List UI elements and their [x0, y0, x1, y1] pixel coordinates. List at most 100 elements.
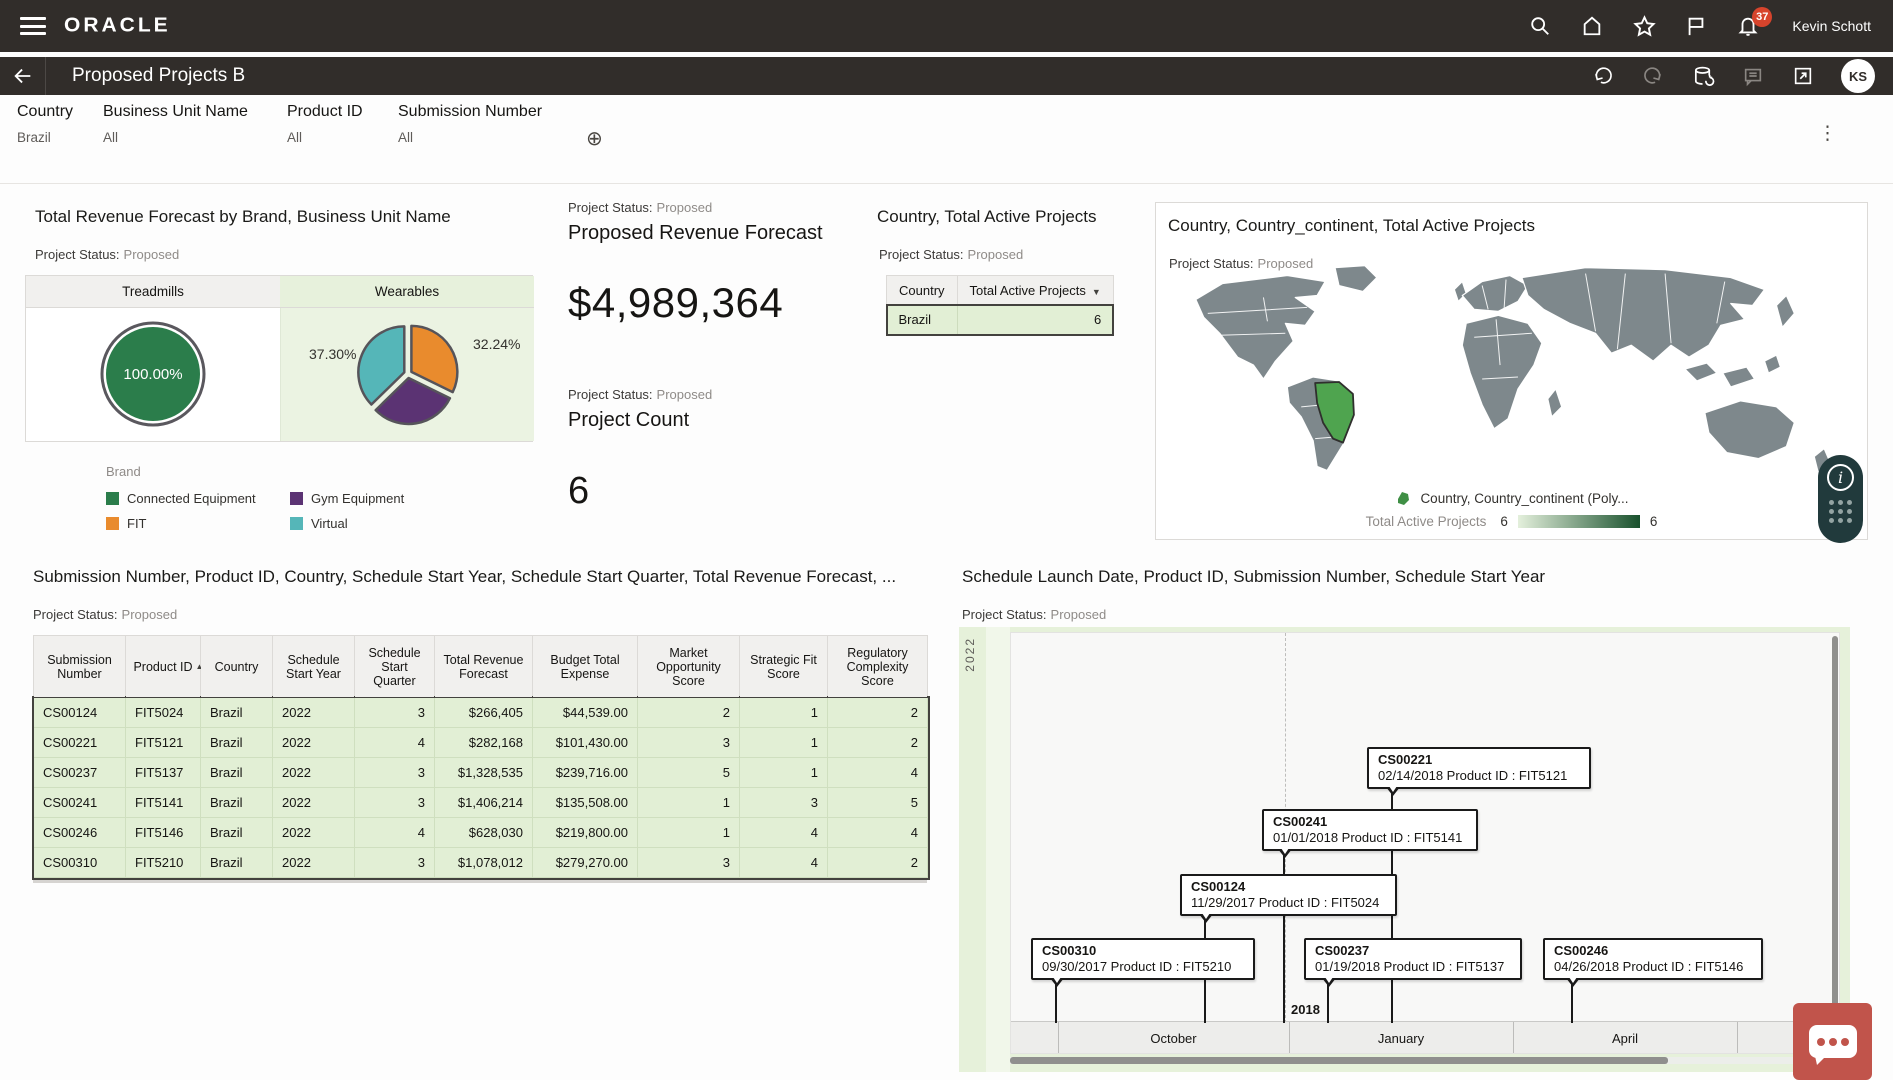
filter-country[interactable]: Country Brazil [17, 103, 73, 145]
back-button[interactable] [0, 57, 46, 95]
column-header-country[interactable]: Country [887, 276, 958, 305]
table-row[interactable]: CS00237FIT5137Brazil20223$1,328,535$239,… [34, 758, 928, 788]
oracle-logo: ORACLE [64, 15, 171, 38]
event-callout[interactable]: CS00237 01/19/2018 Product ID : FIT5137 [1304, 938, 1522, 980]
menu-icon[interactable] [20, 17, 46, 35]
timeline-plot[interactable]: CS00221 02/14/2018 Product ID : FIT5121 … [1010, 632, 1840, 1054]
table-cell: CS00124 [34, 698, 126, 728]
filter-submission-number[interactable]: Submission Number All [398, 103, 542, 145]
filter-business-unit[interactable]: Business Unit Name All [103, 103, 248, 145]
timeline-year-band: 2022 [963, 637, 977, 672]
legend-swatch [290, 492, 303, 505]
table-cell: CS00246 [34, 818, 126, 848]
undo-icon[interactable] [1591, 64, 1615, 88]
table-cell: 4 [740, 848, 828, 878]
pie-chart-treadmills[interactable]: 100.00% [26, 308, 280, 441]
pie-chart-wearables[interactable] [281, 308, 535, 441]
table-cell: Brazil [201, 788, 273, 818]
column-header-total-active-projects[interactable]: Total Active Projects▼ [957, 276, 1113, 305]
column-header[interactable]: Strategic Fit Score [740, 636, 828, 698]
event-callout[interactable]: CS00124 11/29/2017 Product ID : FIT5024 [1180, 874, 1397, 916]
table-row[interactable]: CS00221FIT5121Brazil20224$282,168$101,43… [34, 728, 928, 758]
detail-table-header-row: Submission Number Product ID▲ Country Sc… [34, 636, 928, 698]
viz-kpi-tiles: Project Status:Proposed Proposed Revenue… [568, 200, 868, 513]
viz-title: Country, Total Active Projects [877, 207, 1137, 227]
table-row[interactable]: CS00246FIT5146Brazil20224$628,030$219,80… [34, 818, 928, 848]
home-icon[interactable] [1580, 14, 1604, 38]
legend-item-fit[interactable]: FIT [106, 516, 290, 531]
column-header[interactable]: Regulatory Complexity Score [828, 636, 928, 698]
axis-month-label: October [1058, 1022, 1289, 1054]
present-export-icon[interactable] [1791, 64, 1815, 88]
column-header[interactable]: Submission Number [34, 636, 126, 698]
table-cell: $1,328,535 [435, 758, 533, 788]
table-cell: Brazil [201, 818, 273, 848]
info-icon[interactable]: i [1827, 464, 1854, 491]
column-header[interactable]: Schedule Start Year [273, 636, 355, 698]
kpi-revenue-forecast[interactable]: Project Status:Proposed Proposed Revenue… [568, 200, 868, 327]
panel-treadmills[interactable]: Treadmills 100.00% [26, 276, 280, 441]
event-callout[interactable]: CS00246 04/26/2018 Product ID : FIT5146 [1543, 938, 1763, 980]
refresh-data-icon[interactable] [1691, 64, 1715, 88]
table-row[interactable]: CS00241FIT5141Brazil20223$1,406,214$135,… [34, 788, 928, 818]
project-status: Project Status:Proposed [568, 200, 868, 215]
table-cell: 2022 [273, 818, 355, 848]
table-cell: 1 [740, 728, 828, 758]
table-cell: 3 [355, 758, 435, 788]
viz-title: Submission Number, Product ID, Country, … [33, 567, 933, 587]
viz-map: Country, Country_continent, Total Active… [1155, 202, 1868, 540]
table-cell: 3 [355, 788, 435, 818]
table-horizontal-scrollbar[interactable] [33, 879, 927, 883]
table-cell: Brazil [201, 758, 273, 788]
table-row[interactable]: CS00124FIT5024Brazil20223$266,405$44,539… [34, 698, 928, 728]
app-bar: ORACLE 37 Kevin Schott [0, 0, 1893, 52]
event-callout[interactable]: CS00221 02/14/2018 Product ID : FIT5121 [1367, 747, 1591, 789]
column-header[interactable]: Country [201, 636, 273, 698]
legend-item-connected-equipment[interactable]: Connected Equipment [106, 491, 290, 506]
table-cell: Brazil [887, 305, 958, 335]
map-layer-label[interactable]: Country, Country_continent (Poly... [1420, 491, 1628, 506]
search-icon[interactable] [1528, 14, 1552, 38]
timeline-vertical-scrollbar[interactable] [1832, 636, 1838, 1018]
brand-legend: Brand Connected Equipment Gym Equipment … [106, 464, 537, 531]
notifications-bell-icon[interactable]: 37 [1736, 14, 1760, 38]
favorites-star-icon[interactable] [1632, 14, 1656, 38]
user-name[interactable]: Kevin Schott [1792, 18, 1871, 34]
flag-icon[interactable] [1684, 14, 1708, 38]
legend-item-virtual[interactable]: Virtual [290, 516, 474, 531]
legend-item-gym-equipment[interactable]: Gym Equipment [290, 491, 474, 506]
panel-wearables[interactable]: Wearables 37.30% 32.24% [280, 276, 534, 441]
chat-assistant-button[interactable] [1793, 1003, 1872, 1080]
table-cell: 4 [355, 818, 435, 848]
column-header[interactable]: Market Opportunity Score [638, 636, 740, 698]
table-row[interactable]: Brazil 6 [887, 305, 1114, 335]
column-header[interactable]: Budget Total Expense [533, 636, 638, 698]
timeline-scrollbar-track [1010, 1057, 1840, 1064]
column-header-sorted[interactable]: Product ID▲ [126, 636, 201, 698]
table-cell: 1 [740, 758, 828, 788]
table-cell: 4 [740, 818, 828, 848]
table-cell: $239,716.00 [533, 758, 638, 788]
polygon-layer-icon [1394, 490, 1411, 507]
table-row[interactable]: CS00310FIT5210Brazil20223$1,078,012$279,… [34, 848, 928, 878]
sort-descending-icon: ▼ [1092, 287, 1101, 297]
timeline-horizontal-scrollbar[interactable] [1010, 1057, 1668, 1064]
table-cell: $266,405 [435, 698, 533, 728]
event-callout[interactable]: CS00310 09/30/2017 Product ID : FIT5210 [1031, 938, 1255, 980]
table-cell: 3 [355, 698, 435, 728]
grid-dots-icon[interactable] [1829, 500, 1852, 523]
map-measure-label: Total Active Projects [1366, 514, 1487, 529]
add-filter-icon[interactable]: ⊕ [586, 129, 606, 149]
user-avatar[interactable]: KS [1841, 59, 1875, 93]
world-map[interactable] [1168, 261, 1854, 493]
kpi-project-count[interactable]: Project Status:Proposed Project Count 6 [568, 387, 868, 513]
filter-product-id[interactable]: Product ID All [287, 103, 363, 145]
redo-icon[interactable] [1641, 64, 1665, 88]
canvas-menu-kebab-icon[interactable]: ⋮ [1818, 125, 1837, 143]
event-callout[interactable]: CS00241 01/01/2018 Product ID : FIT5141 [1262, 809, 1478, 851]
map-tools-pill[interactable]: i [1818, 455, 1863, 543]
legend-swatch [290, 517, 303, 530]
column-header[interactable]: Schedule Start Quarter [355, 636, 435, 698]
column-header[interactable]: Total Revenue Forecast [435, 636, 533, 698]
comments-icon[interactable] [1741, 64, 1765, 88]
